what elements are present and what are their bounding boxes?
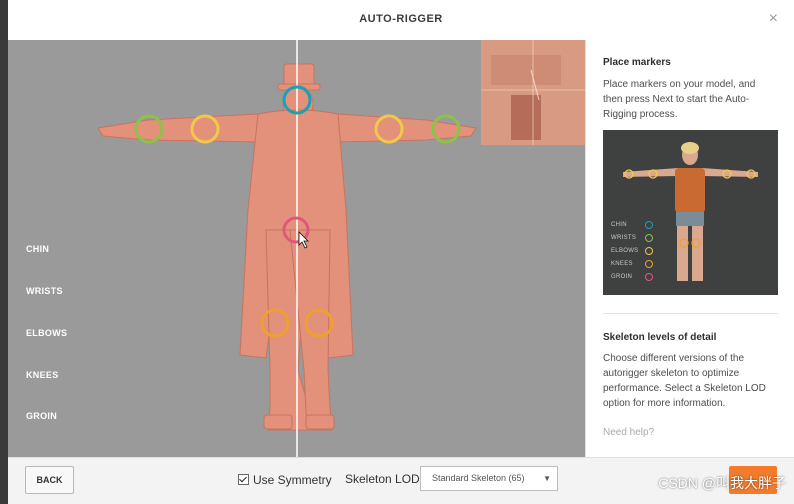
preview-chin-ring bbox=[645, 221, 653, 229]
preview-wrists-ring bbox=[645, 234, 653, 242]
section-divider bbox=[603, 313, 778, 314]
preview-legend-chin: CHIN bbox=[611, 222, 627, 228]
legend-chin: CHIN bbox=[26, 244, 50, 254]
legend-elbows: ELBOWS bbox=[26, 328, 68, 338]
skeleton-lod-value: Standard Skeleton (65) bbox=[432, 473, 525, 483]
legend-wrists: WRISTS bbox=[26, 286, 63, 296]
preview-legend-wrists: WRISTS bbox=[611, 235, 637, 241]
place-markers-heading: Place markers bbox=[603, 57, 671, 68]
auto-rigger-dialog: AUTO-RIGGER × CHIN WRISTS ELBOWS KNEES G… bbox=[8, 0, 794, 504]
chevron-down-icon: ▼ bbox=[543, 474, 551, 483]
skeleton-lod-text: Choose different versions of the autorig… bbox=[603, 353, 766, 409]
preview-elbows-ring bbox=[645, 247, 653, 255]
title-bar: AUTO-RIGGER × bbox=[8, 0, 794, 41]
zoom-inset bbox=[481, 40, 585, 145]
skeleton-lod-label: Skeleton LOD bbox=[345, 472, 420, 486]
preview-legend-knees: KNEES bbox=[611, 261, 633, 267]
back-button[interactable]: BACK bbox=[25, 466, 74, 494]
need-help-link[interactable]: Need help? bbox=[603, 427, 654, 438]
side-panel: Place markers Place markers on your mode… bbox=[585, 40, 794, 457]
preview-groin-ring bbox=[645, 273, 653, 281]
marker-preview-image: CHIN WRISTS ELBOWS KNEES GROIN bbox=[603, 130, 778, 295]
use-symmetry-checkbox[interactable] bbox=[238, 474, 249, 485]
preview-knees-ring bbox=[645, 260, 653, 268]
skeleton-lod-select[interactable]: Standard Skeleton (65) ▼ bbox=[420, 466, 558, 491]
use-symmetry-label: Use Symmetry bbox=[253, 473, 332, 487]
legend-knees: KNEES bbox=[26, 370, 59, 380]
use-symmetry-toggle[interactable]: Use Symmetry bbox=[238, 473, 332, 487]
skeleton-lod-heading: Skeleton levels of detail bbox=[603, 332, 717, 343]
model-viewport[interactable]: CHIN WRISTS ELBOWS KNEES GROIN bbox=[8, 40, 585, 457]
preview-legend-groin: GROIN bbox=[611, 274, 633, 280]
close-icon[interactable]: × bbox=[769, 10, 778, 28]
dialog-title: AUTO-RIGGER bbox=[359, 13, 443, 25]
place-markers-text: Place markers on your model, and then pr… bbox=[603, 79, 756, 120]
watermark: CSDN @叫我大胖子 bbox=[658, 475, 786, 491]
preview-legend-elbows: ELBOWS bbox=[611, 248, 639, 254]
legend-groin: GROIN bbox=[26, 411, 58, 421]
